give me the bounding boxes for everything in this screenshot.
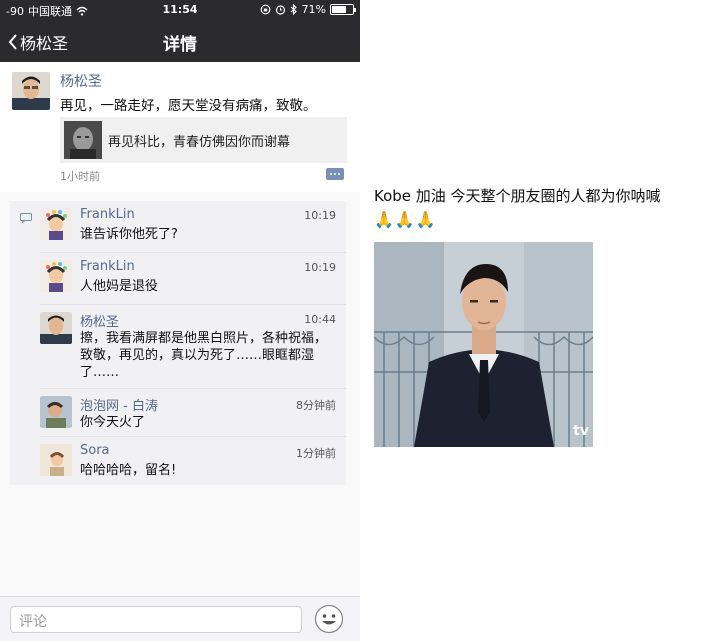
commenter-name[interactable]: 杨松圣: [80, 311, 119, 330]
back-button[interactable]: 杨松圣: [8, 30, 68, 54]
comment-text: 人他妈是退役: [80, 279, 159, 294]
alarm-icon: [275, 5, 285, 15]
caption-text: Kobe 加油 今天整个朋友圈的人都为你呐喊: [374, 187, 661, 205]
commenter-avatar[interactable]: [40, 208, 72, 240]
watermark: tv: [573, 423, 589, 439]
phone-screen: -90 中国联通 11:54 71% 杨松圣 详情 杨松圣 再见，一路走好，愿天…: [0, 0, 360, 641]
shared-thumbnail: [64, 121, 102, 159]
battery-percent: 71%: [301, 3, 326, 16]
rotation-lock-icon: [260, 4, 270, 15]
post-author[interactable]: 杨松圣: [60, 71, 102, 91]
status-bar: -90 中国联通 11:54 71%: [0, 0, 360, 20]
dot-icon: [338, 173, 340, 175]
commenter-avatar[interactable]: [40, 312, 72, 344]
more-options-button[interactable]: [326, 168, 344, 180]
shared-link-card[interactable]: 再见科比，青春仿佛因你而谢幕: [60, 117, 347, 163]
right-panel: Kobe 加油 今天整个朋友圈的人都为你呐喊 🙏🙏🙏 tv: [360, 0, 720, 641]
comment-item[interactable]: 泡泡网 - 白涛 8分钟前 你今天火了: [40, 389, 346, 437]
comment-time: 10:19: [304, 261, 336, 274]
commenter-avatar[interactable]: [40, 396, 72, 428]
comment-icon: [20, 213, 32, 223]
commenter-name[interactable]: Sora: [80, 443, 110, 458]
comment-time: 1分钟前: [296, 447, 336, 460]
comment-list: FrankLin 10:19 谁告诉你他死了? FrankLin 10:19 人…: [10, 201, 346, 485]
comment-text: 哈哈哈哈，留名!: [80, 463, 177, 478]
praying-hands-emoji: 🙏🙏🙏: [374, 210, 437, 229]
portrait-image: [374, 242, 593, 447]
comment-item[interactable]: 杨松圣 10:44 擦，我看满屏都是他黑白照片，各种祝福，致敬，再见的，真以为死…: [40, 305, 346, 389]
comment-item[interactable]: FrankLin 10:19 人他妈是退役: [40, 253, 346, 305]
comment-text: 你今天火了: [80, 415, 146, 430]
comment-time: 8分钟前: [296, 399, 336, 412]
back-label: 杨松圣: [20, 34, 69, 53]
comment-input[interactable]: 评论: [10, 606, 302, 633]
comment-text: 谁告诉你他死了?: [80, 227, 178, 242]
post-text: 再见，一路走好，愿天堂没有病痛，致敬。: [60, 98, 317, 114]
comment-input-bar: 评论: [0, 596, 360, 641]
dot-icon: [330, 173, 332, 175]
post-time: 1小时前: [60, 170, 100, 183]
battery-icon: [330, 4, 356, 15]
bluetooth-icon: [290, 4, 297, 15]
commenter-name[interactable]: FrankLin: [80, 207, 135, 222]
shared-title: 再见科比，青春仿佛因你而谢幕: [108, 135, 291, 150]
chevron-left-icon: [8, 34, 17, 50]
commenter-avatar[interactable]: [40, 444, 72, 476]
comment-text: 擦，我看满屏都是他黑白照片，各种祝福，致敬，再见的，真以为死了……眼眶都湿了……: [80, 331, 328, 380]
moment-post: 杨松圣 再见，一路走好，愿天堂没有病痛，致敬。 再见科比，青春仿佛因你而谢幕 1…: [0, 62, 360, 192]
commenter-avatar[interactable]: [40, 260, 72, 292]
comment-time: 10:19: [304, 209, 336, 222]
status-right: 71%: [260, 3, 356, 16]
comment-item[interactable]: FrankLin 10:19 谁告诉你他死了?: [40, 201, 346, 253]
comment-time: 10:44: [304, 313, 336, 326]
portrait-photo: tv: [374, 242, 593, 447]
commenter-name[interactable]: FrankLin: [80, 259, 135, 274]
author-avatar[interactable]: [12, 72, 50, 110]
nav-bar: 杨松圣 详情: [0, 20, 360, 62]
comment-item[interactable]: Sora 1分钟前 哈哈哈哈，留名!: [40, 437, 346, 485]
battery-level: [332, 6, 347, 13]
dot-icon: [334, 173, 336, 175]
commenter-name[interactable]: 泡泡网 - 白涛: [80, 395, 158, 414]
emoji-button-icon[interactable]: [314, 604, 344, 634]
